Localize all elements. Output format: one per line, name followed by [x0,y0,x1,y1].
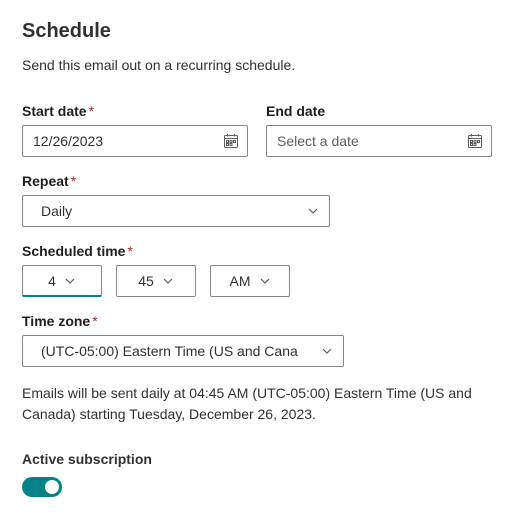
schedule-summary: Emails will be sent daily at 04:45 AM (U… [22,383,492,425]
ampm-select[interactable]: AM [210,265,290,297]
active-subscription-toggle[interactable] [22,477,62,497]
repeat-label: Repeat* [22,173,492,189]
end-date-label: End date [266,103,492,119]
chevron-down-icon [64,275,76,287]
repeat-select[interactable]: Daily [22,195,330,227]
scheduled-time-label: Scheduled time* [22,243,492,259]
toggle-knob [45,480,59,494]
calendar-icon [467,133,483,149]
end-date-placeholder: Select a date [277,133,359,149]
repeat-value: Daily [41,203,72,219]
minute-value: 45 [138,273,154,289]
end-date-input[interactable]: Select a date [266,125,492,157]
calendar-icon [223,133,239,149]
required-mark: * [71,173,76,189]
required-mark: * [127,243,132,259]
required-mark: * [92,313,97,329]
active-subscription-label: Active subscription [22,451,492,467]
chevron-down-icon [162,275,174,287]
scheduled-time-row: 4 45 AM [22,265,492,297]
ampm-value: AM [230,273,251,289]
required-mark: * [89,103,94,119]
chevron-down-icon [307,205,319,217]
start-date-value: 12/26/2023 [33,133,103,149]
page-title: Schedule [22,20,492,43]
hour-value: 4 [48,273,56,289]
chevron-down-icon [321,345,333,357]
start-date-label: Start date* [22,103,248,119]
hour-select[interactable]: 4 [22,265,102,297]
chevron-down-icon [259,275,271,287]
time-zone-label: Time zone* [22,313,492,329]
minute-select[interactable]: 45 [116,265,196,297]
time-zone-select[interactable]: (UTC-05:00) Eastern Time (US and Cana [22,335,344,367]
start-date-input[interactable]: 12/26/2023 [22,125,248,157]
page-subtitle: Send this email out on a recurring sched… [22,57,492,73]
time-zone-value: (UTC-05:00) Eastern Time (US and Cana [41,343,298,359]
